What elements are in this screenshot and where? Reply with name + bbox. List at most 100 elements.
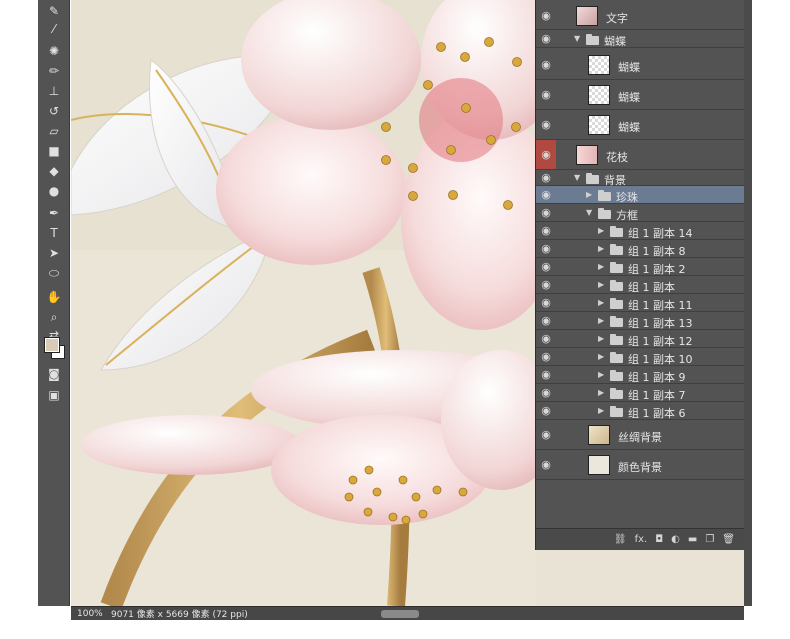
- expand-arrow-icon[interactable]: ▼: [574, 173, 580, 182]
- folder-icon: [610, 297, 623, 309]
- layer-row[interactable]: ◉ 蝴蝶: [536, 110, 745, 140]
- layer-row[interactable]: ◉ ▶ 组 1 副本 12: [536, 330, 745, 348]
- layer-row[interactable]: ◉ ▶ 组 1 副本 10: [536, 348, 745, 366]
- pen-icon[interactable]: ✒: [44, 204, 64, 222]
- hand-icon[interactable]: ✋: [44, 288, 64, 306]
- delete-layer-icon[interactable]: 🗑: [722, 534, 735, 545]
- eyedropper-icon[interactable]: ⁄: [44, 20, 64, 38]
- history-brush-icon[interactable]: ↺: [44, 102, 64, 120]
- type-icon[interactable]: T: [44, 224, 64, 242]
- document-info[interactable]: 9071 像素 x 5669 像素 (72 ppi): [105, 607, 248, 620]
- link-layers-icon[interactable]: ⛓: [614, 534, 627, 545]
- visibility-eye-icon[interactable]: ◉: [536, 204, 556, 221]
- collapse-arrow-icon[interactable]: ▶: [586, 190, 592, 199]
- visibility-eye-icon[interactable]: ◉: [536, 330, 556, 347]
- dodge-icon[interactable]: ●: [44, 182, 64, 200]
- layer-name: 方框: [616, 208, 638, 222]
- new-layer-icon[interactable]: ❐: [705, 534, 714, 545]
- zoom-level[interactable]: 100%: [71, 609, 105, 619]
- visibility-eye-icon[interactable]: ◉: [536, 140, 556, 169]
- path-select-icon[interactable]: ➤: [44, 244, 64, 262]
- visibility-eye-icon[interactable]: ◉: [536, 366, 556, 383]
- folder-icon: [610, 243, 623, 255]
- layer-row[interactable]: ◉ 蝴蝶: [536, 80, 745, 110]
- visibility-eye-icon[interactable]: ◉: [536, 276, 556, 293]
- layer-row[interactable]: ◉ ▶ 组 1 副本 11: [536, 294, 745, 312]
- ellipse-icon[interactable]: ⬭: [44, 264, 64, 282]
- visibility-eye-icon[interactable]: ◉: [536, 240, 556, 257]
- spot-heal-icon[interactable]: ✺: [44, 42, 64, 60]
- collapse-arrow-icon[interactable]: ▶: [598, 352, 604, 361]
- collapse-arrow-icon[interactable]: ▶: [598, 244, 604, 253]
- visibility-eye-icon[interactable]: ◉: [536, 222, 556, 239]
- expand-arrow-icon[interactable]: ▼: [574, 34, 580, 43]
- folder-icon: [610, 369, 623, 381]
- visibility-eye-icon[interactable]: ◉: [536, 384, 556, 401]
- visibility-eye-icon[interactable]: ◉: [536, 294, 556, 311]
- add-mask-icon[interactable]: ◘: [655, 534, 663, 545]
- visibility-eye-icon[interactable]: ◉: [536, 30, 556, 47]
- visibility-eye-icon[interactable]: ◉: [536, 170, 556, 185]
- collapse-arrow-icon[interactable]: ▶: [598, 388, 604, 397]
- brush-icon[interactable]: ✎: [44, 2, 64, 20]
- horizontal-scrollbar[interactable]: [381, 610, 419, 618]
- visibility-eye-icon[interactable]: ◉: [536, 186, 556, 203]
- collapse-arrow-icon[interactable]: ▶: [598, 298, 604, 307]
- layer-row[interactable]: ◉ 蝴蝶: [536, 50, 745, 80]
- layer-row[interactable]: ◉ 花枝: [536, 140, 745, 170]
- brush-tool-icon[interactable]: ✏: [44, 62, 64, 80]
- collapse-arrow-icon[interactable]: ▶: [598, 334, 604, 343]
- vertical-scrollbar[interactable]: [744, 0, 752, 606]
- visibility-eye-icon[interactable]: ◉: [536, 2, 556, 29]
- layer-name: 组 1 副本 13: [628, 316, 693, 330]
- eraser-icon[interactable]: ▱: [44, 122, 64, 140]
- visibility-eye-icon[interactable]: ◉: [536, 50, 556, 79]
- visibility-eye-icon[interactable]: ◉: [536, 348, 556, 365]
- layer-row[interactable]: ◉ ▶ 珍珠: [536, 186, 745, 204]
- layer-row[interactable]: ◉ ▶ 组 1 副本 8: [536, 240, 745, 258]
- layer-row[interactable]: ◉ ▶ 组 1 副本 9: [536, 366, 745, 384]
- fx-icon[interactable]: fx.: [635, 534, 648, 545]
- adjustment-icon[interactable]: ◐: [671, 534, 680, 545]
- layer-row[interactable]: ◉ ▶ 组 1 副本 6: [536, 402, 745, 420]
- layer-row[interactable]: ◉ ▶ 组 1 副本 14: [536, 222, 745, 240]
- layer-row[interactable]: ◉ ▶ 组 1 副本: [536, 276, 745, 294]
- collapse-arrow-icon[interactable]: ▶: [598, 226, 604, 235]
- new-group-icon[interactable]: ▬: [688, 534, 697, 545]
- zoom-icon[interactable]: ⌕: [44, 308, 64, 326]
- collapse-arrow-icon[interactable]: ▶: [598, 316, 604, 325]
- layer-thumbnail: [588, 455, 610, 475]
- visibility-eye-icon[interactable]: ◉: [536, 110, 556, 139]
- stamp-icon[interactable]: ⊥: [44, 82, 64, 100]
- folder-icon: [610, 225, 623, 237]
- collapse-arrow-icon[interactable]: ▶: [598, 406, 604, 415]
- visibility-eye-icon[interactable]: ◉: [536, 258, 556, 275]
- layer-row[interactable]: ◉ ▼ 方框: [536, 204, 745, 222]
- visibility-eye-icon[interactable]: ◉: [536, 402, 556, 419]
- layer-row[interactable]: ◉ ▶ 组 1 副本 7: [536, 384, 745, 402]
- blur-icon[interactable]: ◆: [44, 162, 64, 180]
- layer-row[interactable]: ◉ 文字: [536, 2, 745, 30]
- layer-row[interactable]: ◉ ▶ 组 1 副本 13: [536, 312, 745, 330]
- layer-row[interactable]: ◉ 颜色背景: [536, 450, 745, 480]
- screen-mode-icon[interactable]: ▣: [44, 386, 64, 404]
- gradient-icon[interactable]: ■: [44, 142, 64, 160]
- visibility-eye-icon[interactable]: ◉: [536, 312, 556, 329]
- collapse-arrow-icon[interactable]: ▶: [598, 280, 604, 289]
- layer-name: 组 1 副本 9: [628, 370, 686, 384]
- foreground-color-swatch[interactable]: [44, 337, 60, 353]
- document-canvas[interactable]: [71, 0, 541, 606]
- collapse-arrow-icon[interactable]: ▶: [598, 262, 604, 271]
- quick-mask-icon[interactable]: ◙: [44, 365, 64, 383]
- layer-thumbnail: [588, 425, 610, 445]
- expand-arrow-icon[interactable]: ▼: [586, 208, 592, 217]
- collapse-arrow-icon[interactable]: ▶: [598, 370, 604, 379]
- layer-row[interactable]: ◉ 丝绸背景: [536, 420, 745, 450]
- layer-row[interactable]: ◉ ▶ 组 1 副本 2: [536, 258, 745, 276]
- layer-name: 组 1 副本 12: [628, 334, 693, 348]
- layer-row[interactable]: ◉ ▼ 背景: [536, 170, 745, 187]
- visibility-eye-icon[interactable]: ◉: [536, 420, 556, 449]
- visibility-eye-icon[interactable]: ◉: [536, 80, 556, 109]
- layer-row[interactable]: ◉ ▼ 蝴蝶: [536, 30, 745, 48]
- visibility-eye-icon[interactable]: ◉: [536, 450, 556, 479]
